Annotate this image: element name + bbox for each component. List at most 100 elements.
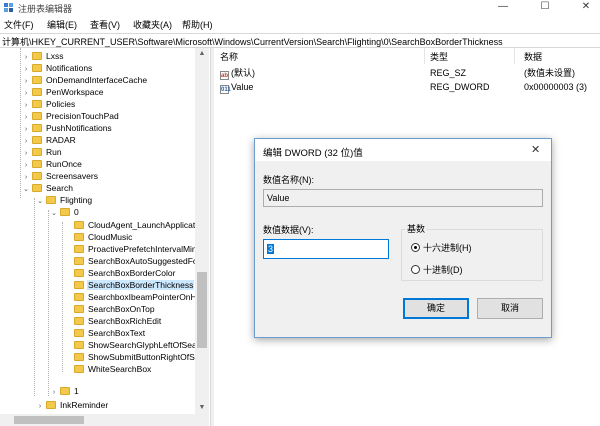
cancel-button[interactable]: 取消 (477, 298, 543, 319)
tree-leaf[interactable]: SearchBoxOnTop (74, 303, 156, 315)
tree-node[interactable]: › Lxss (22, 50, 64, 62)
decimal-radio[interactable]: 十进制(D) (411, 263, 463, 276)
menu-bar: 文件(F) 编辑(E) 查看(V) 收藏夹(A) 帮助(H) (0, 16, 600, 32)
tree-node-label: SearchBoxBorderColor (88, 268, 176, 278)
tree-horizontal-scrollbar[interactable] (0, 414, 209, 426)
tree-node[interactable]: › Run (22, 146, 63, 158)
tree-leaf[interactable]: ShowSubmitButtonRightOfSe (74, 351, 201, 363)
hex-radio[interactable]: 十六进制(H) (411, 241, 472, 254)
folder-icon (74, 257, 84, 265)
folder-icon (32, 100, 42, 108)
tree-node-label: Run (46, 147, 62, 157)
value-data: (数值未设置) (524, 68, 575, 78)
string-value-icon: ab (220, 71, 229, 80)
tree-node[interactable]: › PenWorkspace (22, 86, 104, 98)
tree-node[interactable]: › RADAR (22, 134, 77, 146)
tree-node[interactable]: › PushNotifications (22, 122, 113, 134)
tree-node-label: CloudMusic (88, 232, 133, 242)
tree-node[interactable]: › Notifications (22, 62, 93, 74)
dialog-title: 编辑 DWORD (32 位)值 (263, 148, 363, 159)
tree-leaf[interactable]: SearchboxIbeamPointerOnH (74, 291, 198, 303)
value-name-label: 数值名称(N): (263, 175, 314, 185)
dialog-title-bar: 编辑 DWORD (32 位)值 ✕ (255, 139, 551, 161)
column-header-name[interactable]: 名称 (220, 50, 238, 63)
menu-view[interactable]: 查看(V) (90, 18, 120, 31)
tree-node-label: Search (46, 183, 73, 193)
tree-leaf[interactable]: CloudMusic (74, 231, 133, 243)
window-title: 注册表编辑器 (18, 4, 73, 14)
decimal-radio-label: 十进制(D) (423, 265, 463, 275)
tree-node-label: SearchBoxAutoSuggestedFo (88, 256, 198, 266)
tree-scroll-thumb[interactable] (197, 272, 207, 348)
radio-unselected-icon[interactable] (411, 265, 420, 274)
tree-node[interactable]: › InkReminder (36, 399, 109, 411)
tree-node-label: PushNotifications (46, 123, 112, 133)
tree-vertical-scrollbar[interactable]: ▲ ▼ (195, 48, 209, 414)
close-window-button[interactable]: ✕ (571, 0, 600, 16)
folder-icon (74, 233, 84, 241)
tree-node-label: Screensavers (46, 171, 98, 181)
tree-node[interactable]: › Policies (22, 98, 76, 110)
scroll-down-arrow-icon[interactable]: ▼ (195, 402, 209, 414)
radio-selected-icon[interactable] (411, 243, 420, 252)
tree-hscroll-thumb[interactable] (14, 416, 84, 424)
maximize-button[interactable]: ☐ (530, 0, 560, 16)
tree-node[interactable]: › 1 (50, 385, 80, 397)
tree-node[interactable]: › PrecisionTouchPad (22, 110, 120, 122)
value-type: REG_DWORD (430, 82, 490, 92)
tree-leaf[interactable]: ShowSearchGlyphLeftOfSear (74, 339, 201, 351)
folder-icon (32, 136, 42, 144)
tree-node-label: ProactivePrefetchIntervalMin (88, 244, 197, 254)
tree-leaf[interactable]: SearchBoxBorderColor (74, 267, 176, 279)
folder-icon (32, 76, 42, 84)
menu-favorites[interactable]: 收藏夹(A) (133, 18, 172, 31)
folder-icon (74, 317, 84, 325)
tree-leaf[interactable]: WhiteSearchBox (74, 363, 152, 375)
tree-leaf[interactable]: CloudAgent_LaunchApplicati (74, 219, 198, 231)
ok-button[interactable]: 确定 (403, 298, 469, 319)
folder-open-icon (60, 208, 70, 216)
address-path[interactable]: 计算机\HKEY_CURRENT_USER\Software\Microsoft… (2, 35, 503, 48)
column-header-type[interactable]: 类型 (430, 50, 448, 63)
folder-icon (74, 341, 84, 349)
address-bar[interactable]: 计算机\HKEY_CURRENT_USER\Software\Microsoft… (0, 33, 600, 48)
expand-arrow-icon[interactable]: › (36, 401, 44, 413)
menu-help[interactable]: 帮助(H) (182, 18, 213, 31)
minimize-button[interactable]: — (488, 0, 518, 16)
collapse-arrow-icon[interactable]: ⌄ (50, 208, 58, 220)
tree-node[interactable]: › Screensavers (22, 170, 99, 182)
menu-file[interactable]: 文件(F) (4, 18, 34, 31)
collapse-arrow-icon[interactable]: ⌄ (36, 196, 44, 208)
folder-open-icon (32, 184, 42, 192)
tree-node-label: SearchBoxBorderThickness (87, 280, 195, 290)
tree-leaf[interactable]: ProactivePrefetchIntervalMin (74, 243, 198, 255)
hex-radio-label: 十六进制(H) (423, 243, 472, 253)
tree-node-expanded[interactable]: ⌄ Flighting (36, 194, 93, 206)
tree-leaf-selected[interactable]: SearchBoxBorderThickness (74, 279, 195, 291)
value-data-text: 3 (267, 244, 275, 254)
expand-arrow-icon[interactable]: › (50, 387, 58, 399)
tree-node-expanded[interactable]: ⌄ 0 (50, 206, 80, 218)
tree-leaf[interactable]: SearchBoxAutoSuggestedFo (74, 255, 199, 267)
value-row[interactable]: 011Value REG_DWORD 0x00000003 (3) (214, 81, 600, 94)
tree-node-label: PenWorkspace (46, 87, 104, 97)
value-row[interactable]: ab (默认) REG_SZ (数值未设置) (214, 67, 600, 80)
collapse-arrow-icon[interactable]: ⌄ (22, 184, 30, 196)
tree-leaf[interactable]: SearchBoxText (74, 327, 146, 339)
tree-node-label: SearchBoxText (88, 328, 146, 338)
tree-node-label: RunOnce (46, 159, 82, 169)
value-data-label: 数值数据(V): (263, 225, 314, 235)
scroll-up-arrow-icon[interactable]: ▲ (195, 48, 209, 60)
menu-edit[interactable]: 编辑(E) (47, 18, 77, 31)
tree-node-label: OnDemandInterfaceCache (46, 75, 148, 85)
column-header-data[interactable]: 数据 (524, 50, 542, 63)
value-data-input[interactable]: 3 (263, 239, 389, 259)
title-bar: 注册表编辑器 — ☐ ✕ (0, 0, 600, 16)
dialog-close-icon[interactable]: ✕ (531, 143, 540, 156)
tree-leaf[interactable]: SearchBoxRichEdit (74, 315, 162, 327)
tree-node-expanded[interactable]: ⌄ Search (22, 182, 74, 194)
tree-node[interactable]: › OnDemandInterfaceCache (22, 74, 148, 86)
tree-node-label: ShowSubmitButtonRightOfSe (88, 352, 200, 362)
registry-tree: › Lxss › Notifications › OnDemandInterfaceC… (0, 48, 209, 414)
tree-node[interactable]: › RunOnce (22, 158, 83, 170)
